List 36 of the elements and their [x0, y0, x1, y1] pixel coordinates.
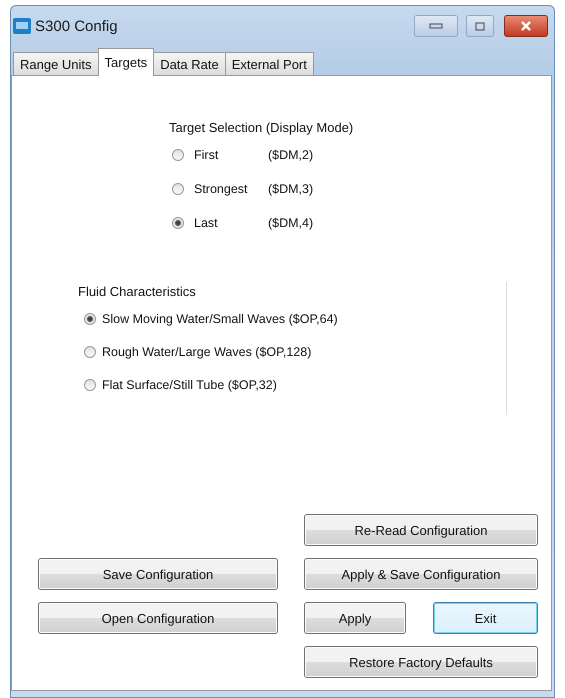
- dialog-button[interactable]: Apply & Save Configuration: [304, 558, 538, 590]
- option-label: Last: [194, 216, 219, 230]
- tab[interactable]: Targets: [98, 48, 154, 76]
- tab[interactable]: Data Rate: [153, 52, 226, 76]
- radio-button[interactable]: [84, 346, 96, 358]
- group-title: Target Selection (Display Mode): [169, 119, 354, 137]
- close-button[interactable]: [504, 15, 548, 37]
- dialog-button[interactable]: Re-Read Configuration: [304, 514, 538, 546]
- radio-button[interactable]: [84, 312, 96, 324]
- minimize-button[interactable]: [414, 15, 458, 37]
- dialog-button[interactable]: Exit: [433, 602, 538, 634]
- window-title: S300 Config: [35, 18, 119, 34]
- option-label: Slow Moving Water/Small Waves ($OP,64): [102, 312, 338, 326]
- group-title: Fluid Characteristics: [78, 283, 197, 301]
- dialog-button[interactable]: Open Configuration: [38, 602, 278, 634]
- option-code: ($DM,4): [268, 216, 314, 230]
- app-icon: [13, 18, 31, 34]
- radio-button[interactable]: [172, 217, 184, 229]
- radio-button[interactable]: [84, 378, 96, 390]
- dialog-button[interactable]: Apply: [304, 602, 406, 634]
- maximize-icon: [475, 22, 485, 30]
- option-label: Strongest: [194, 182, 249, 196]
- option-code: ($DM,3): [268, 182, 314, 196]
- radio-button[interactable]: [172, 149, 184, 161]
- tab[interactable]: External Port: [224, 52, 314, 76]
- option-label: Rough Water/Large Waves ($OP,128): [102, 344, 312, 358]
- minimize-icon: [429, 23, 443, 29]
- radio-button[interactable]: [172, 183, 184, 195]
- dialog-button[interactable]: Restore Factory Defaults: [304, 646, 538, 678]
- close-icon: [520, 21, 532, 31]
- dialog-button[interactable]: Save Configuration: [38, 558, 278, 590]
- option-code: ($DM,2): [268, 148, 314, 162]
- maximize-button[interactable]: [466, 15, 494, 37]
- tab[interactable]: Range Units: [13, 52, 99, 76]
- option-label: First: [194, 148, 220, 162]
- option-label: Flat Surface/Still Tube ($OP,32): [102, 378, 277, 392]
